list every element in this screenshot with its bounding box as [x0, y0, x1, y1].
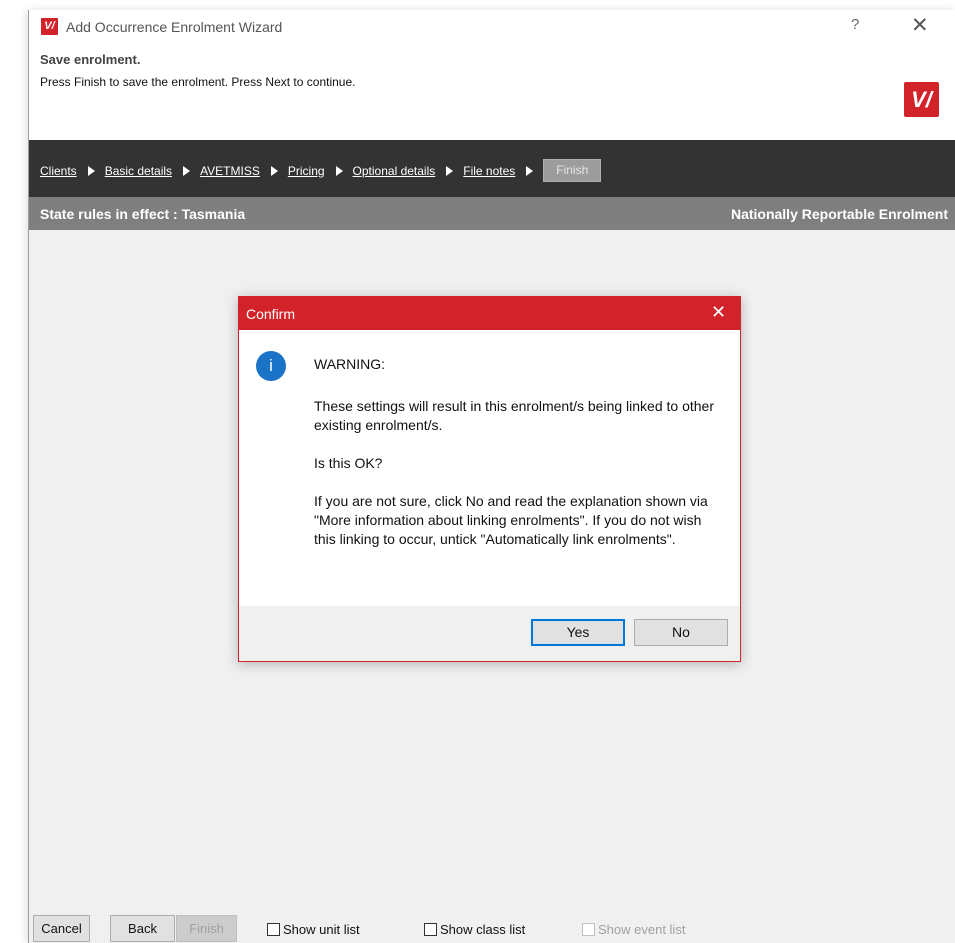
step-basic-details[interactable]: Basic details: [105, 164, 172, 178]
step-finish[interactable]: Finish: [543, 159, 602, 182]
no-button[interactable]: No: [634, 619, 728, 646]
checkbox-label: Show class list: [440, 922, 526, 937]
header-subtitle: Press Finish to save the enrolment. Pres…: [40, 75, 356, 89]
reportable-status: Nationally Reportable Enrolment: [730, 206, 948, 222]
dialog-title-bar: Confirm ✕: [239, 297, 740, 330]
show-unit-list-checkbox[interactable]: Show unit list: [267, 922, 360, 937]
window-close-button[interactable]: ✕: [911, 13, 929, 38]
step-arrow-icon: [446, 165, 454, 176]
step-pricing[interactable]: Pricing: [288, 164, 325, 178]
state-rules-label: State rules in effect : Tasmania: [40, 206, 246, 222]
back-button[interactable]: Back: [110, 915, 175, 942]
dialog-close-button[interactable]: ✕: [711, 302, 726, 323]
checkbox-box[interactable]: [424, 923, 437, 936]
info-icon: i: [256, 351, 286, 381]
dialog-paragraph: Is this OK?: [314, 455, 383, 471]
finish-button[interactable]: Finish: [176, 915, 237, 942]
yes-button[interactable]: Yes: [531, 619, 625, 646]
confirm-dialog: Confirm ✕ i WARNING: These settings will…: [238, 296, 741, 662]
brand-logo-icon: V/: [904, 82, 939, 117]
checkbox-label: Show unit list: [283, 922, 360, 937]
window-title: Add Occurrence Enrolment Wizard: [66, 19, 283, 35]
cancel-button[interactable]: Cancel: [33, 915, 90, 942]
header-panel: Save enrolment. Press Finish to save the…: [29, 44, 955, 140]
step-file-notes[interactable]: File notes: [463, 164, 515, 178]
step-optional-details[interactable]: Optional details: [353, 164, 436, 178]
title-bar: V/ Add Occurrence Enrolment Wizard ? ✕: [29, 10, 955, 44]
dialog-heading: WARNING:: [314, 356, 386, 372]
step-arrow-icon: [335, 165, 343, 176]
step-arrow-icon: [526, 165, 534, 176]
dialog-message: These settings will result in this enrol…: [314, 397, 724, 568]
step-avetmiss[interactable]: AVETMISS: [200, 164, 260, 178]
step-arrow-icon: [87, 165, 95, 176]
show-event-list-checkbox[interactable]: Show event list: [582, 922, 685, 937]
step-clients[interactable]: Clients: [40, 164, 77, 178]
dialog-footer: Yes No: [239, 606, 740, 661]
header-title: Save enrolment.: [40, 52, 141, 67]
help-button[interactable]: ?: [851, 16, 859, 33]
step-arrow-icon: [183, 165, 191, 176]
dialog-paragraph: If you are not sure, click No and read t…: [314, 493, 708, 547]
state-bar: State rules in effect : Tasmania Nationa…: [29, 197, 955, 230]
step-arrow-icon: [270, 165, 278, 176]
app-logo-icon: V/: [41, 18, 58, 35]
checkbox-label: Show event list: [598, 922, 686, 937]
show-class-list-checkbox[interactable]: Show class list: [424, 922, 525, 937]
checkbox-box[interactable]: [582, 923, 595, 936]
step-navigation: Clients Basic details AVETMISS Pricing O…: [29, 140, 955, 197]
checkbox-box[interactable]: [267, 923, 280, 936]
dialog-paragraph: These settings will result in this enrol…: [314, 398, 714, 433]
dialog-title: Confirm: [246, 306, 296, 322]
bottom-bar: Cancel Back Finish Show unit list Show c…: [29, 915, 955, 943]
